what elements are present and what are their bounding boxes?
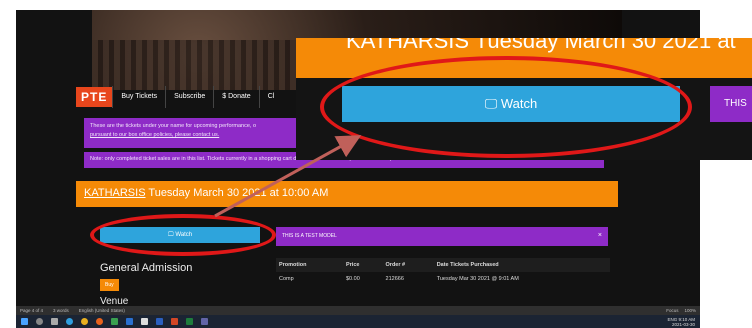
zoom-level[interactable]: 100% [684, 308, 696, 313]
nav-subscribe[interactable]: Subscribe [165, 86, 213, 108]
zoomed-title-text: KATHARSIS Tuesday March 30 2021 at [346, 38, 736, 53]
test-model-text: THIS IS A TEST MODEL [282, 233, 337, 239]
buy-button[interactable]: Buy [100, 279, 119, 291]
cell-date: Tuesday Mar 30 2021 @ 9:01 AM [433, 272, 610, 286]
focus-mode[interactable]: Focus [666, 308, 678, 313]
firefox-icon[interactable] [96, 318, 103, 325]
zoomed-test-banner: THIS [710, 86, 752, 122]
powerpoint-icon[interactable] [171, 318, 178, 325]
cell-order: 212666 [382, 272, 434, 286]
close-icon[interactable]: × [598, 232, 602, 239]
col-date: Date Tickets Purchased [433, 258, 610, 272]
language-indicator[interactable]: English (United States) [79, 308, 125, 313]
nav-buy-tickets[interactable]: Buy Tickets [112, 86, 165, 108]
zoomed-callout: KATHARSIS Tuesday March 30 2021 at 🖵 Wat… [296, 38, 752, 160]
zoomed-watch-label: Watch [500, 96, 538, 111]
edge-icon[interactable] [66, 318, 73, 325]
zoomed-watch-button[interactable]: 🖵 Watch [342, 86, 680, 122]
watch-button[interactable]: 🖵 Watch [100, 227, 260, 243]
teams-icon[interactable] [201, 318, 208, 325]
store-icon[interactable] [141, 318, 148, 325]
nav-more[interactable]: Cl [258, 86, 283, 108]
event-title-bar: KATHARSIS Tuesday March 30 2021 at 10:00… [76, 181, 618, 207]
cell-promotion: Comp [276, 272, 343, 286]
event-name-link[interactable]: KATHARSIS [84, 187, 146, 199]
cell-price: $0.00 [343, 272, 383, 286]
col-promotion: Promotion [276, 258, 343, 272]
top-nav: PTE Buy Tickets Subscribe $ Donate Cl [76, 86, 282, 108]
nav-donate[interactable]: $ Donate [213, 86, 258, 108]
word-status-bar: Page 4 of 4 3 words English (United Stat… [16, 306, 700, 315]
chrome-icon[interactable] [81, 318, 88, 325]
test-model-banner: THIS IS A TEST MODEL × [276, 227, 608, 246]
tickets-table: Promotion Price Order # Date Tickets Pur… [276, 258, 610, 286]
windows-start-icon[interactable] [21, 318, 28, 325]
windows-taskbar: ENG 9:10 AM 2021-03-30 [16, 315, 700, 328]
word-count[interactable]: 3 words [53, 308, 69, 313]
general-admission-heading: General Admission [100, 262, 193, 274]
clock-date: 2021-03-30 [671, 321, 695, 327]
task-view-icon[interactable] [51, 318, 58, 325]
col-order: Order # [382, 258, 434, 272]
col-price: Price [343, 258, 383, 272]
app-icon[interactable] [111, 318, 118, 325]
excel-icon[interactable] [186, 318, 193, 325]
zoomed-event-title: KATHARSIS Tuesday March 30 2021 at [296, 38, 752, 78]
system-tray[interactable]: ENG 9:10 AM 2021-03-30 [667, 317, 695, 327]
mail-icon[interactable] [126, 318, 133, 325]
search-icon[interactable] [36, 318, 43, 325]
table-row: Comp $0.00 212666 Tuesday Mar 30 2021 @ … [276, 272, 610, 286]
monitor-icon: 🖵 [484, 96, 501, 111]
pte-logo[interactable]: PTE [76, 87, 113, 107]
table-header-row: Promotion Price Order # Date Tickets Pur… [276, 258, 610, 272]
page-count[interactable]: Page 4 of 4 [20, 308, 43, 313]
word-icon[interactable] [156, 318, 163, 325]
event-date: Tuesday March 30 2021 at 10:00 AM [145, 187, 329, 199]
watch-label: Watch [175, 232, 193, 238]
